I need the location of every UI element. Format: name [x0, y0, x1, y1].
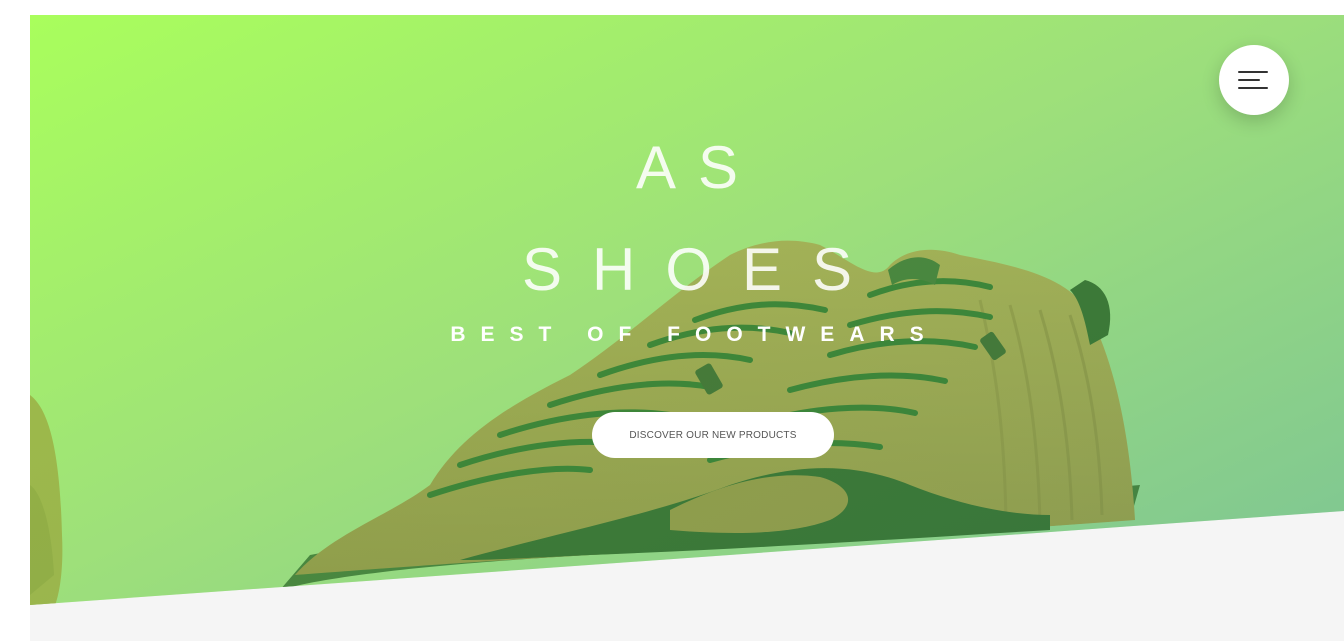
menu-button[interactable]	[1219, 45, 1289, 115]
hero-title-line-1: AS	[635, 134, 761, 201]
hero-title-line-2: SHOES	[521, 236, 883, 303]
discover-products-button[interactable]: DISCOVER OUR NEW PRODUCTS	[592, 412, 834, 458]
page: AS SHOES BEST OF FOOTWEARS DISCOVER OUR …	[0, 0, 1344, 641]
hero-section: AS SHOES BEST OF FOOTWEARS DISCOVER OUR …	[30, 15, 1344, 641]
hero-tagline: BEST OF FOOTWEARS	[450, 323, 939, 346]
